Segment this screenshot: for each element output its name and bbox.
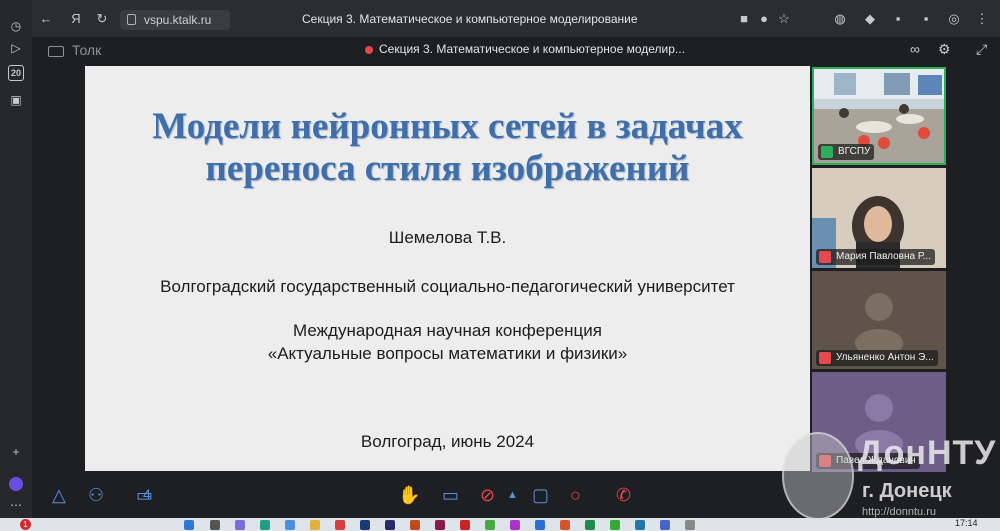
store-icon[interactable] xyxy=(285,520,295,530)
slide-title-line1: Модели нейронных сетей в задачах xyxy=(152,106,743,147)
extension-icon[interactable]: ◆ xyxy=(862,11,878,27)
link-icon[interactable]: ∞ xyxy=(910,41,920,57)
url-text: vspu.ktalk.ru xyxy=(144,13,212,27)
slide-conference-line1: Международная научная конференция xyxy=(293,321,602,340)
explorer-icon[interactable] xyxy=(310,520,320,530)
telegram-icon[interactable] xyxy=(660,520,670,530)
seal-icon xyxy=(782,432,854,520)
mic-indicator-icon[interactable]: ● xyxy=(756,11,772,27)
screenshot-icon[interactable]: ▣ xyxy=(8,92,24,108)
extension-icon-3[interactable]: ▪ xyxy=(918,11,934,27)
search-icon[interactable] xyxy=(210,520,220,530)
alice-icon[interactable] xyxy=(9,477,23,491)
raise-hand-icon[interactable]: ✋ xyxy=(398,485,420,505)
extension-icon-2[interactable]: ▪ xyxy=(890,11,906,27)
acrobat-icon[interactable] xyxy=(460,520,470,530)
windows-start-icon[interactable] xyxy=(184,520,194,530)
meeting-header: Толк Секция 3. Математическое и компьюте… xyxy=(32,37,1000,65)
camera-icon[interactable]: ▢ xyxy=(532,485,549,505)
mic-on-icon xyxy=(821,146,833,158)
counter-badge[interactable]: 20 xyxy=(8,65,24,81)
lock-icon xyxy=(127,14,136,25)
shared-screen-slide: Модели нейронных сетей в задачах перенос… xyxy=(85,66,810,471)
slide-title: Модели нейронных сетей в задачах перенос… xyxy=(85,106,810,190)
participant-name-label: ВГСПУ xyxy=(818,144,875,160)
slide-author: Шемелова Т.В. xyxy=(388,228,507,247)
meeting-title: Секция 3. Математическое и компьютерное … xyxy=(379,42,685,56)
indesign-icon[interactable] xyxy=(435,520,445,530)
talk-logo-icon xyxy=(48,46,64,57)
powerpoint-icon[interactable] xyxy=(560,520,570,530)
watermark-city: г. Донецк xyxy=(862,480,952,502)
address-bar[interactable]: vspu.ktalk.ru xyxy=(120,10,230,30)
participant-tile[interactable]: Ульяненко Антон Э... xyxy=(812,271,946,369)
mic-off-icon xyxy=(819,251,831,263)
play-icon[interactable]: ▷ xyxy=(8,40,24,56)
mic-muted-icon[interactable]: ⊘ xyxy=(480,485,495,505)
browser-toolbar: ← Я ↻ vspu.ktalk.ru Секция 3. Математиче… xyxy=(32,0,1000,37)
app-icon-2[interactable] xyxy=(510,520,520,530)
participant-name-label: Ульяненко Антон Э... xyxy=(816,350,938,366)
add-icon[interactable]: + xyxy=(8,444,24,460)
shapes-icon[interactable]: △ xyxy=(52,485,66,505)
app-icon-4[interactable] xyxy=(635,520,645,530)
illustrator-icon[interactable] xyxy=(410,520,420,530)
taskview-icon[interactable] xyxy=(235,520,245,530)
tab-title: Секция 3. Математическое и компьютерное … xyxy=(302,12,638,26)
watermark-title: ДонНТУ xyxy=(858,434,997,472)
mic-off-icon xyxy=(819,352,831,364)
recording-indicator xyxy=(365,46,373,54)
camera-indicator-icon[interactable]: ■ xyxy=(736,11,752,27)
screen: ◷ ▷ 20 ▣ + ⋯ ← Я ↻ vspu.ktalk.ru Секция … xyxy=(0,0,1000,531)
app-icon-5[interactable] xyxy=(685,520,695,530)
slide-place-date: Волгоград, июнь 2024 xyxy=(360,432,535,451)
globe-icon[interactable]: ◍ xyxy=(832,11,848,27)
participant-name-label: Мария Павловна Р... xyxy=(816,249,935,265)
hang-up-icon[interactable]: ✆ xyxy=(616,485,631,505)
photoshop-icon[interactable] xyxy=(385,520,395,530)
settings-gear-icon[interactable]: ⚙ xyxy=(938,41,951,58)
slide-title-line2: переноса стиля изображений xyxy=(205,148,690,189)
history-icon[interactable]: ◷ xyxy=(8,18,24,34)
watermark: ДонНТУ г. Донецк http://donntu.ru xyxy=(782,432,1000,522)
participant-name: Мария Павловна Р... xyxy=(836,251,931,262)
app-icon-3[interactable] xyxy=(610,520,620,530)
bookmark-icon[interactable]: ☆ xyxy=(776,11,792,27)
notification-badge[interactable]: 1 xyxy=(20,519,31,530)
participant-tile[interactable]: ВГСПУ xyxy=(812,67,946,165)
excel-icon[interactable] xyxy=(585,520,595,530)
browser-sidebar: ◷ ▷ 20 ▣ + ⋯ xyxy=(0,0,32,518)
reload-icon[interactable]: ↻ xyxy=(94,11,110,27)
mic-options-chevron-icon[interactable]: ▲ xyxy=(507,485,518,505)
word-icon[interactable] xyxy=(535,520,545,530)
watermark-url: http://donntu.ru xyxy=(862,506,936,518)
fullscreen-icon[interactable]: ⤢ xyxy=(976,41,987,58)
edge-icon[interactable] xyxy=(260,520,270,530)
back-icon[interactable]: ← xyxy=(38,11,54,27)
app-name: Толк xyxy=(72,42,102,58)
slide-university: Волгоградский государственный социально-… xyxy=(160,277,735,296)
chat-icon[interactable]: ▭ xyxy=(136,485,153,505)
participant-tile[interactable]: Мария Павловна Р... xyxy=(812,168,946,268)
menu-icon[interactable]: ⋮ xyxy=(974,11,990,27)
extension-icon-4[interactable]: ◎ xyxy=(946,11,962,27)
yandex-browser-icon[interactable] xyxy=(335,520,345,530)
premiere-icon[interactable] xyxy=(360,520,370,530)
screen-share-icon[interactable]: ▭ xyxy=(442,485,459,505)
slide-conference-line2: «Актуальные вопросы математики и физики» xyxy=(267,344,628,363)
record-icon[interactable]: ○ xyxy=(570,485,581,505)
app-icon[interactable] xyxy=(485,520,495,530)
yandex-icon[interactable]: Я xyxy=(68,11,84,27)
participants-icon[interactable]: ⚇ xyxy=(88,485,104,505)
more-icon[interactable]: ⋯ xyxy=(8,497,24,513)
participant-name: Ульяненко Антон Э... xyxy=(836,352,934,363)
participant-name: ВГСПУ xyxy=(838,146,871,157)
